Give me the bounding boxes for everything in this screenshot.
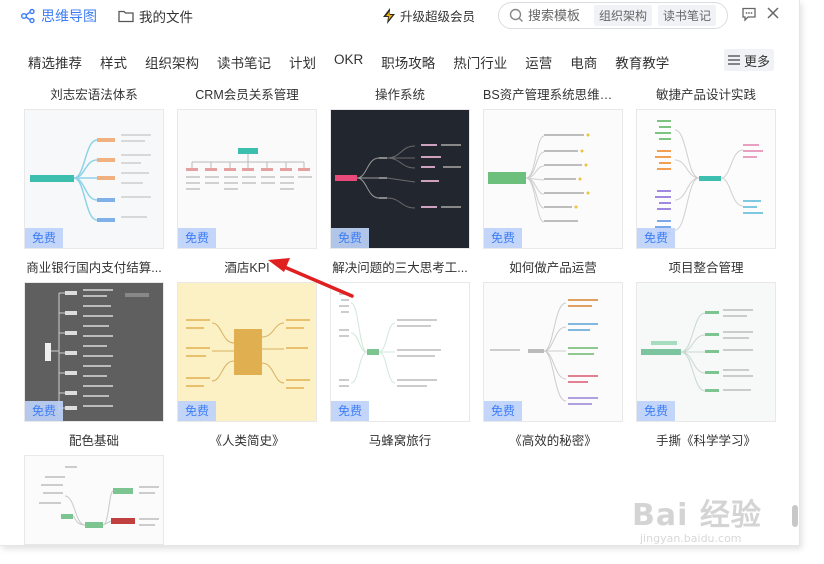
template-card[interactable]: 配色基础	[24, 430, 164, 545]
template-card[interactable]: 刘志宏语法体系 免费	[24, 84, 164, 249]
template-title: 马蜂窝旅行	[368, 434, 432, 448]
upgrade-vip-button[interactable]: 升级超级会员	[382, 6, 475, 25]
template-card[interactable]: 马蜂窝旅行	[330, 430, 470, 450]
template-thumbnail[interactable]: 免费	[24, 282, 164, 422]
menu-icon	[727, 55, 740, 65]
my-files-label: 我的文件	[139, 10, 193, 25]
top-bar: 思维导图 我的文件 升级超级会员 组织架构 读书笔记	[0, 0, 799, 32]
template-thumbnail[interactable]	[24, 455, 164, 545]
template-thumbnail[interactable]: 免费	[177, 282, 317, 422]
template-thumbnail[interactable]: 免费	[330, 282, 470, 422]
template-title: BS资产管理系统思维导图	[483, 88, 623, 102]
watermark-url: jingyan.baidu.com	[640, 532, 742, 545]
tab-featured[interactable]: 精选推荐	[28, 52, 82, 72]
template-thumbnail[interactable]: 免费	[636, 282, 776, 422]
free-badge: 免费	[178, 401, 216, 421]
search-chip-org[interactable]: 组织架构	[594, 5, 653, 26]
template-card[interactable]: 项目整合管理 免费	[636, 257, 776, 422]
template-thumbnail[interactable]: 免费	[330, 109, 470, 249]
mindmap-preview	[39, 466, 159, 528]
tab-education[interactable]: 教育教学	[615, 52, 669, 72]
template-title: CRM会员关系管理	[195, 88, 299, 102]
template-card[interactable]: BS资产管理系统思维导图 免费	[483, 84, 623, 249]
template-card[interactable]: 解决问题的三大思考工... 免费	[330, 257, 470, 422]
lightning-icon	[383, 7, 395, 24]
tab-hot-industry[interactable]: 热门行业	[453, 52, 507, 72]
my-files-tab[interactable]: 我的文件	[118, 6, 193, 26]
free-badge: 免费	[637, 401, 675, 421]
free-badge: 免费	[484, 401, 522, 421]
template-title: 《高效的秘密》	[509, 434, 597, 448]
tab-plan[interactable]: 计划	[289, 52, 316, 72]
tab-operation[interactable]: 运营	[525, 52, 552, 72]
template-card[interactable]: 商业银行国内支付结算... 免费	[24, 257, 164, 422]
mindmap-icon	[21, 8, 35, 24]
free-badge: 免费	[331, 228, 369, 248]
template-title: 项目整合管理	[668, 261, 744, 275]
template-title: 商业银行国内支付结算...	[26, 261, 162, 275]
search-chip-reading[interactable]: 读书笔记	[658, 5, 717, 26]
template-title: 解决问题的三大思考工...	[332, 261, 468, 275]
search-input[interactable]	[528, 8, 588, 23]
template-card[interactable]: 敏捷产品设计实践 免费	[636, 84, 776, 249]
template-card[interactable]: 《人类简史》	[177, 430, 317, 450]
template-title: 《人类简史》	[209, 434, 285, 448]
free-badge: 免费	[25, 401, 63, 421]
tab-okr[interactable]: OKR	[334, 52, 363, 72]
template-card[interactable]: 操作系统 免费	[330, 84, 470, 249]
template-card[interactable]: CRM会员关系管理 免费	[177, 84, 317, 249]
tab-org-chart[interactable]: 组织架构	[145, 52, 199, 72]
free-badge: 免费	[484, 228, 522, 248]
template-thumbnail[interactable]: 免费	[24, 109, 164, 249]
template-title: 酒店KPI	[224, 261, 270, 275]
template-title: 刘志宏语法体系	[50, 88, 138, 102]
template-thumbnail[interactable]: 免费	[483, 282, 623, 422]
upgrade-label: 升级超级会员	[400, 10, 476, 24]
more-categories-button[interactable]: 更多	[724, 49, 774, 71]
free-badge: 免费	[25, 228, 63, 248]
template-title: 敏捷产品设计实践	[655, 88, 756, 102]
category-tabs: 精选推荐 样式 组织架构 读书笔记 计划 OKR 职场攻略 热门行业 运营 电商…	[28, 52, 687, 72]
template-title: 手撕《科学学习》	[655, 434, 756, 448]
search-box[interactable]: 组织架构 读书笔记	[498, 2, 728, 29]
template-card[interactable]: 《高效的秘密》	[483, 430, 623, 450]
more-label: 更多	[743, 53, 770, 69]
free-badge: 免费	[637, 228, 675, 248]
template-window: 思维导图 我的文件 升级超级会员 组织架构 读书笔记	[0, 0, 800, 546]
template-card[interactable]: 酒店KPI 免费	[177, 257, 317, 422]
tab-style[interactable]: 样式	[100, 52, 127, 72]
template-thumbnail[interactable]: 免费	[483, 109, 623, 249]
close-icon[interactable]	[766, 6, 780, 24]
template-thumbnail[interactable]: 免费	[177, 109, 317, 249]
scrollbar-thumb[interactable]	[792, 505, 798, 527]
free-badge: 免费	[178, 228, 216, 248]
template-card[interactable]: 手撕《科学学习》	[636, 430, 776, 450]
template-thumbnail[interactable]: 免费	[636, 109, 776, 249]
tab-reading-notes[interactable]: 读书笔记	[217, 52, 271, 72]
brand-mindmap-tab[interactable]: 思维导图	[20, 6, 97, 26]
search-icon	[509, 8, 523, 22]
watermark-logo: Bai 经验	[632, 498, 762, 533]
tab-ecommerce[interactable]: 电商	[570, 52, 597, 72]
tab-career[interactable]: 职场攻略	[381, 52, 435, 72]
template-title: 配色基础	[68, 434, 119, 448]
template-card[interactable]: 如何做产品运营 免费	[483, 257, 623, 422]
folder-icon	[118, 10, 134, 23]
chat-icon[interactable]	[741, 6, 757, 26]
template-title: 操作系统	[374, 88, 425, 102]
free-badge: 免费	[331, 401, 369, 421]
template-title: 如何做产品运营	[509, 261, 597, 275]
brand-label: 思维导图	[41, 8, 97, 24]
